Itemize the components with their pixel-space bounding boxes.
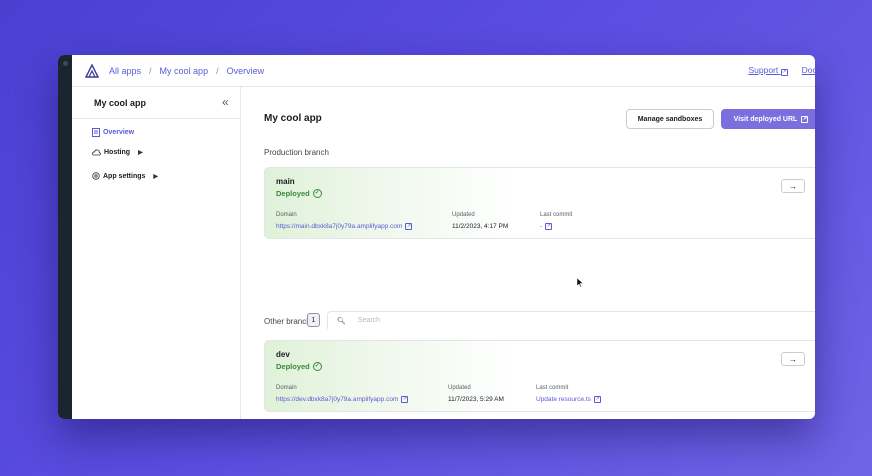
external-link-icon: ↗ [801,115,809,123]
sidebar-item-label: App settings [103,172,146,180]
status-badge: Deployed ✓ [276,362,322,371]
search-icon: 🔍︎ [337,317,346,325]
open-branch-button[interactable]: → [781,352,805,366]
visit-deployed-url-button[interactable]: Visit deployed URL ↗ [721,109,815,129]
status-text: Deployed [276,189,310,198]
open-branch-button[interactable]: → [781,179,805,193]
status-badge: Deployed ✓ [276,189,322,198]
main-content: My cool app Manage sandboxes Visit deplo… [241,87,815,419]
document-icon [92,128,100,137]
domain-url: https://dev.dbxk8a7j0y79a.amplifyapp.com [276,396,399,403]
last-commit-value: Update resource.ts [536,396,591,403]
updated-label: Updated [452,212,475,218]
page-title: My cool app [264,113,322,124]
sidebar-item-label: Overview [103,129,135,136]
gear-icon [92,172,100,180]
domain-link[interactable]: https://dev.dbxk8a7j0y79a.amplifyapp.com… [276,396,409,403]
support-link[interactable]: Support ↗ [748,65,788,76]
sidebar-item-overview[interactable]: Overview [92,128,134,137]
updated-label: Updated [448,385,471,391]
sidebar-item-hosting[interactable]: Hosting ▶ [92,149,143,156]
breadcrumb-app[interactable]: My cool app [160,66,209,76]
window-edge [58,55,72,419]
branch-name: main [276,177,295,186]
check-circle-icon: ✓ [312,362,322,371]
dev-branch-card[interactable]: dev Deployed ✓ Domain https://dev.dbxk8a… [264,340,815,412]
branch-count-badge: 1 [307,313,320,327]
external-link-icon: ↗ [593,396,601,403]
external-link-icon: ↗ [401,396,409,403]
docs-link[interactable]: Docs [802,65,815,76]
breadcrumb-separator: / [216,65,219,76]
support-link-label: Support [748,65,779,75]
app-window: All apps / My cool app / Overview Suppor… [58,55,815,419]
breadcrumb-overview: Overview [226,65,265,76]
breadcrumb-all-apps[interactable]: All apps [109,66,141,76]
breadcrumb-separator: / [149,65,152,76]
amplify-logo-icon[interactable] [85,63,99,78]
sidebar-divider [72,118,240,119]
production-branch-label: Production branch [264,148,329,157]
sidebar: My cool app « Overview Hosting ▶ App set… [72,87,241,419]
top-nav: All apps / My cool app / Overview Suppor… [72,55,815,87]
arrow-right-icon: → [789,181,797,191]
last-commit-value: - [540,223,543,230]
sidebar-item-app-settings[interactable]: App settings ▶ [92,172,158,180]
domain-label: Domain [276,385,297,391]
sidebar-title: My cool app [94,98,147,108]
visit-button-label: Visit deployed URL [733,115,798,123]
expand-caret-icon[interactable]: ▶ [138,149,143,156]
branch-search-input[interactable]: 🔍︎ Search [327,311,815,329]
status-text: Deployed [276,362,310,371]
production-branch-card[interactable]: main Deployed ✓ Domain https://main.dbxk… [264,167,815,239]
domain-label: Domain [276,212,297,218]
last-commit-link[interactable]: - ↗ [540,223,553,230]
sidebar-item-label: Hosting [104,149,131,156]
domain-url: https://main.dbxk8a7j0y79a.amplifyapp.co… [276,223,403,230]
arrow-right-icon: → [789,354,797,364]
external-link-icon: ↗ [545,223,553,230]
external-link-icon: ↗ [780,69,788,76]
cloud-icon [92,149,101,156]
last-commit-label: Last commit [536,385,569,391]
updated-value: 11/7/2023, 5:29 AM [448,396,504,403]
updated-value: 11/2/2023, 4:17 PM [452,223,509,230]
expand-caret-icon[interactable]: ▶ [153,173,158,180]
check-circle-icon: ✓ [312,189,322,198]
branch-name: dev [276,350,290,359]
manage-sandboxes-button[interactable]: Manage sandboxes [626,109,714,129]
last-commit-label: Last commit [540,212,573,218]
top-links: Support ↗ Docs [748,65,815,76]
last-commit-link[interactable]: Update resource.ts ↗ [536,396,601,403]
mouse-cursor-icon [577,278,583,287]
domain-link[interactable]: https://main.dbxk8a7j0y79a.amplifyapp.co… [276,223,413,230]
search-placeholder: Search [357,317,381,324]
collapse-sidebar-icon[interactable]: « [222,95,229,109]
external-link-icon: ↗ [405,223,413,230]
